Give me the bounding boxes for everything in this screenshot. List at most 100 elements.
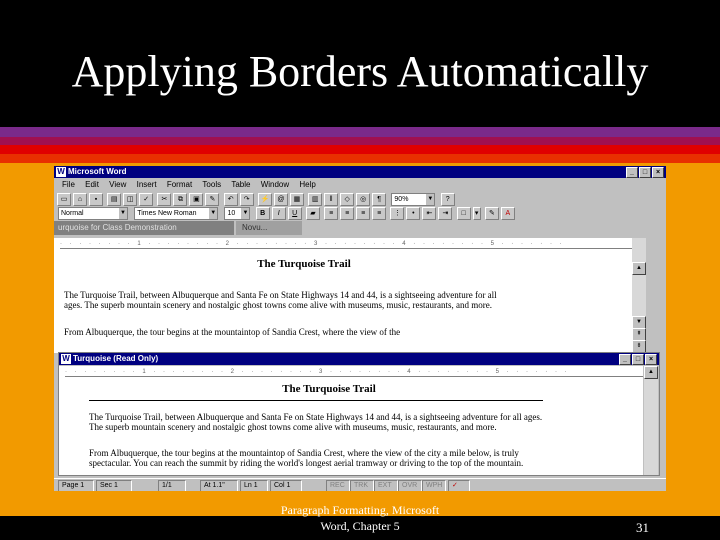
minimize-icon[interactable]: _ [619, 354, 631, 365]
italic-icon[interactable]: I [271, 207, 286, 220]
decrease-indent-icon[interactable]: ⇤ [422, 207, 437, 220]
stripe-red [0, 145, 720, 154]
align-center-icon[interactable]: ≡ [340, 207, 355, 220]
drawing-icon[interactable]: ◇ [340, 193, 355, 206]
menu-window[interactable]: Window [261, 179, 289, 191]
map-icon[interactable]: ◎ [356, 193, 371, 206]
zoom-select[interactable]: 90% ▼ [391, 193, 436, 206]
borders-dropdown-icon[interactable]: ▾ [472, 207, 481, 220]
word-titlebar: W Microsoft Word _ □ × [54, 166, 666, 178]
redo-icon[interactable]: ↷ [239, 193, 254, 206]
save-icon[interactable]: ▪ [89, 193, 103, 206]
standard-toolbar: ▭ ⌂ ▪ ▤ ◫ ✓ ✂ ⧉ ▣ ✎ ↶ ↷ ⚡ @ ▦ ▥ ‖ ◇ ◎ ¶ 90% ▼ ? [56, 192, 664, 206]
menu-file[interactable]: File [62, 179, 75, 191]
read-only-controls: _ □ × [618, 354, 657, 365]
close-icon[interactable]: × [652, 167, 664, 178]
spelling-icon[interactable]: ✓ [139, 193, 154, 206]
justify-icon[interactable]: ≡ [372, 207, 387, 220]
slide-title: Applying Borders Automatically [71, 47, 649, 96]
menu-table[interactable]: Table [231, 179, 250, 191]
menu-edit[interactable]: Edit [85, 179, 99, 191]
status-at: At 1.1" [200, 480, 238, 491]
document-pane: · · · · · · · · 1 · · · · · · · · 2 · · … [54, 238, 644, 353]
excel-icon[interactable]: ▥ [308, 193, 323, 206]
doc-paragraph-1: The Turquoise Trail, between Albuquerque… [89, 412, 543, 432]
format-painter-icon[interactable]: ✎ [205, 193, 220, 206]
bold-icon[interactable]: B [255, 207, 270, 220]
bottom-border-line [89, 400, 543, 401]
word-title: Microsoft Word [68, 167, 127, 176]
numbering-icon[interactable]: ⋮ [390, 207, 405, 220]
status-ext[interactable]: EXT [374, 480, 398, 491]
status-wph[interactable]: WPH [422, 480, 446, 491]
minimize-icon[interactable]: _ [626, 167, 638, 178]
window-controls: _ □ × [625, 167, 664, 178]
status-ovr[interactable]: OVR [398, 480, 422, 491]
status-line: Ln 1 [240, 480, 268, 491]
increase-indent-icon[interactable]: ⇥ [438, 207, 453, 220]
paste-icon[interactable]: ▣ [189, 193, 204, 206]
preview-icon[interactable]: ◫ [123, 193, 138, 206]
undo-icon[interactable]: ↶ [223, 193, 238, 206]
vertical-scrollbar[interactable]: ▲ ▼ ⇞ ⇟ [632, 238, 646, 353]
help-icon[interactable]: ? [440, 193, 455, 206]
font-color-icon[interactable]: A [500, 207, 515, 220]
address-icon[interactable]: @ [273, 193, 288, 206]
columns-icon[interactable]: ‖ [324, 193, 339, 206]
stripe-magenta [0, 137, 720, 145]
ruler: · · · · · · · · 1 · · · · · · · · 2 · · … [60, 240, 640, 249]
menu-format[interactable]: Format [167, 179, 192, 191]
table-icon[interactable]: ▦ [289, 193, 304, 206]
formatting-toolbar: Normal ▼ Times New Roman ▼ 10 ▼ BIU ▰ ≡ ≡ ≡ ≡ … [56, 206, 664, 220]
doc-logo-icon: W [61, 354, 71, 364]
align-right-icon[interactable]: ≡ [356, 207, 371, 220]
menu-view[interactable]: View [109, 179, 126, 191]
style-select[interactable]: Normal ▼ [58, 207, 128, 220]
footer-text: Paragraph Formatting, Microsoft Word, Ch… [255, 502, 465, 534]
size-select[interactable]: 10 ▼ [224, 207, 251, 220]
status-column: Col 1 [270, 480, 302, 491]
underline-icon[interactable]: U [287, 207, 302, 220]
scroll-up-icon[interactable]: ▲ [644, 366, 658, 379]
status-rec[interactable]: REC [326, 480, 350, 491]
status-trk[interactable]: TRK [350, 480, 374, 491]
align-left-icon[interactable]: ≡ [324, 207, 339, 220]
bullets-icon[interactable]: • [406, 207, 421, 220]
document-tab[interactable]: urquoise for Class Demonstration [54, 221, 234, 235]
pilcrow-icon[interactable]: ¶ [372, 193, 387, 206]
status-bar: Page 1 Sec 1 1/1 At 1.1" Ln 1 Col 1 REC … [54, 478, 666, 491]
spelling-status-icon[interactable]: ✓ [448, 480, 470, 491]
menu-tools[interactable]: Tools [202, 179, 221, 191]
read-only-window: W Turquoise (Read Only) _ □ × · · · · · · … [58, 352, 660, 476]
menu-help[interactable]: Help [299, 179, 315, 191]
close-icon[interactable]: × [645, 354, 657, 365]
status-section: Sec 1 [96, 480, 132, 491]
highlight-color-icon[interactable]: ✎ [484, 207, 499, 220]
doc-heading: The Turquoise Trail [257, 258, 351, 270]
word-screenshot: W Microsoft Word _ □ × File Edit View Inse… [54, 166, 666, 491]
cut-icon[interactable]: ✂ [157, 193, 172, 206]
open-icon[interactable]: ⌂ [73, 193, 87, 206]
copy-icon[interactable]: ⧉ [173, 193, 188, 206]
stripe-purple [0, 127, 720, 137]
borders-icon[interactable]: □ [456, 207, 471, 220]
status-page: Page 1 [58, 480, 94, 491]
read-only-titlebar: W Turquoise (Read Only) _ □ × [59, 353, 659, 365]
scroll-up-icon[interactable]: ▲ [632, 262, 646, 275]
new-icon[interactable]: ▭ [57, 193, 71, 206]
maximize-icon[interactable]: □ [632, 354, 644, 365]
print-icon[interactable]: ▤ [107, 193, 122, 206]
menu-insert[interactable]: Insert [137, 179, 157, 191]
highlight-icon[interactable]: ▰ [305, 207, 320, 220]
word-logo-icon: W [56, 167, 66, 177]
document-tab-other[interactable]: Novu... [236, 221, 302, 235]
menu-bar: File Edit View Insert Format Tools Table… [54, 179, 666, 191]
maximize-icon[interactable]: □ [639, 167, 651, 178]
doc-paragraph-1: The Turquoise Trail, between Albuquerque… [64, 290, 497, 310]
font-select[interactable]: Times New Roman ▼ [134, 207, 219, 220]
autoformat-icon[interactable]: ⚡ [257, 193, 272, 206]
ruler: · · · · · · · · 1 · · · · · · · · 2 · · … [65, 368, 643, 377]
read-only-scrollbar[interactable]: ▲ [644, 366, 658, 475]
status-pages: 1/1 [158, 480, 186, 491]
doc-paragraph-2: From Albuquerque, the tour begins at the… [89, 448, 524, 468]
